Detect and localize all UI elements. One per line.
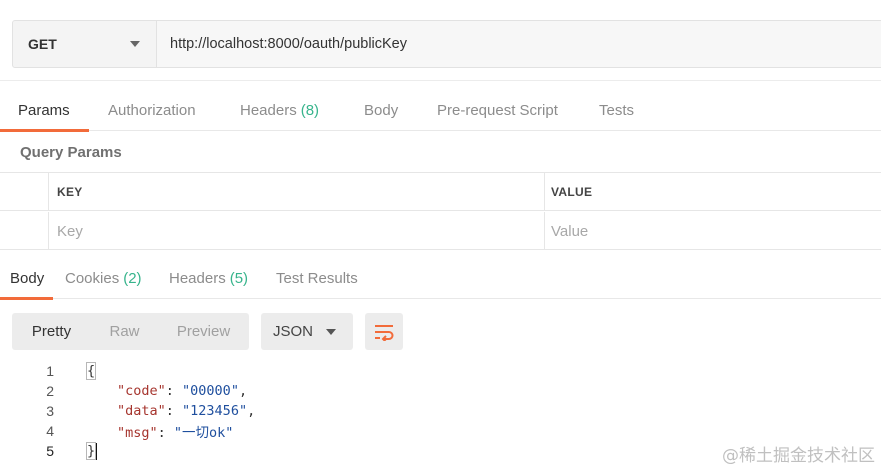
params-table: KEY VALUE Key Value bbox=[0, 172, 881, 250]
divider bbox=[0, 80, 881, 81]
method-label: GET bbox=[28, 36, 57, 52]
line-number: 5 bbox=[46, 443, 54, 459]
tab-authorization[interactable]: Authorization bbox=[108, 90, 196, 131]
tab-headers[interactable]: Headers (8) bbox=[240, 90, 319, 131]
code-line: 2 "code": "00000", bbox=[0, 381, 881, 401]
tab-params[interactable]: Params bbox=[0, 90, 89, 132]
tab-label: Pre-request Script bbox=[437, 102, 558, 119]
line-number: 4 bbox=[46, 423, 54, 439]
json-value: "00000" bbox=[182, 383, 239, 399]
tab-label: Cookies bbox=[65, 270, 120, 287]
json-punct: , bbox=[238, 383, 248, 399]
key-placeholder: Key bbox=[57, 222, 83, 240]
tab-response-body[interactable]: Body bbox=[0, 258, 54, 300]
code-line: 4 "msg": "一切ok" bbox=[0, 421, 881, 441]
code-line: 3 "data": "123456", bbox=[0, 401, 881, 421]
request-tabs: Params Authorization Headers (8) Body Pr… bbox=[0, 90, 881, 132]
column-header-label: KEY bbox=[57, 184, 83, 199]
format-select[interactable]: JSON bbox=[261, 313, 353, 350]
tab-tests[interactable]: Tests bbox=[599, 90, 634, 131]
code-text: } bbox=[85, 442, 98, 460]
tab-label: Authorization bbox=[108, 102, 196, 119]
json-key: "data" bbox=[117, 403, 166, 419]
table-header-row: KEY VALUE bbox=[0, 173, 881, 211]
json-value: "一切ok" bbox=[173, 425, 234, 441]
format-label: JSON bbox=[273, 323, 314, 340]
chevron-down-icon bbox=[130, 41, 140, 47]
tab-test-results[interactable]: Test Results bbox=[276, 258, 358, 299]
json-value: "123456" bbox=[182, 403, 248, 419]
watermark: @稀土掘金技术社区 bbox=[722, 446, 875, 466]
tab-pre-request-script[interactable]: Pre-request Script bbox=[437, 90, 558, 131]
view-mode-toggle: Pretty Raw Preview bbox=[12, 313, 249, 350]
line-number: 2 bbox=[46, 383, 54, 399]
row-gutter bbox=[0, 173, 49, 210]
tab-label: Body bbox=[10, 270, 45, 287]
line-number: 3 bbox=[46, 403, 54, 419]
text-cursor bbox=[95, 442, 98, 460]
url-text: http://localhost:8000/oauth/publicKey bbox=[170, 36, 407, 52]
query-params-title: Query Params bbox=[20, 144, 122, 161]
value-placeholder: Value bbox=[551, 222, 589, 240]
wrap-lines-icon bbox=[375, 324, 394, 341]
open-brace: { bbox=[85, 362, 97, 380]
json-key: "msg" bbox=[117, 425, 158, 441]
json-key: "code" bbox=[117, 383, 166, 399]
active-tab-indicator bbox=[0, 129, 89, 132]
url-input[interactable]: http://localhost:8000/oauth/publicKey bbox=[157, 21, 881, 67]
wrap-lines-button[interactable] bbox=[365, 313, 403, 350]
code-text: "data": "123456", bbox=[117, 403, 256, 419]
tab-count: (8) bbox=[300, 102, 320, 119]
row-gutter bbox=[0, 212, 49, 250]
response-tabs: Body Cookies (2) Headers (5) Test Result… bbox=[0, 258, 881, 300]
code-line: 1 { bbox=[0, 361, 881, 381]
tab-body[interactable]: Body bbox=[364, 90, 398, 131]
column-header-label: VALUE bbox=[551, 184, 593, 199]
tab-label: Body bbox=[364, 102, 399, 119]
code-text: "msg": "一切ok" bbox=[117, 425, 234, 441]
preview-button[interactable]: Preview bbox=[158, 313, 249, 350]
tab-response-headers[interactable]: Headers (5) bbox=[169, 258, 248, 299]
tab-cookies[interactable]: Cookies (2) bbox=[65, 258, 142, 299]
pretty-button[interactable]: Pretty bbox=[12, 313, 91, 350]
json-punct: , bbox=[247, 403, 256, 419]
active-tab-indicator bbox=[0, 297, 54, 300]
key-input[interactable]: Key bbox=[49, 212, 545, 250]
close-brace: } bbox=[85, 442, 97, 460]
raw-button[interactable]: Raw bbox=[91, 313, 158, 350]
tab-count: (5) bbox=[229, 270, 249, 287]
key-column-header: KEY bbox=[49, 173, 545, 210]
value-column-header: VALUE bbox=[545, 173, 881, 210]
code-text: "code": "00000", bbox=[117, 383, 248, 399]
method-select[interactable]: GET bbox=[13, 21, 157, 67]
chevron-down-icon bbox=[326, 329, 336, 335]
table-row: Key Value bbox=[0, 212, 881, 250]
tab-label: Headers bbox=[240, 102, 297, 119]
code-text: { bbox=[85, 362, 97, 380]
value-input[interactable]: Value bbox=[545, 212, 881, 250]
tab-label: Params bbox=[18, 102, 70, 119]
tab-label: Headers bbox=[169, 270, 226, 287]
line-number: 1 bbox=[46, 363, 54, 379]
request-bar: GET http://localhost:8000/oauth/publicKe… bbox=[12, 20, 881, 68]
tab-label: Tests bbox=[599, 102, 635, 119]
tab-count: (2) bbox=[123, 270, 142, 287]
tab-label: Test Results bbox=[276, 270, 358, 287]
